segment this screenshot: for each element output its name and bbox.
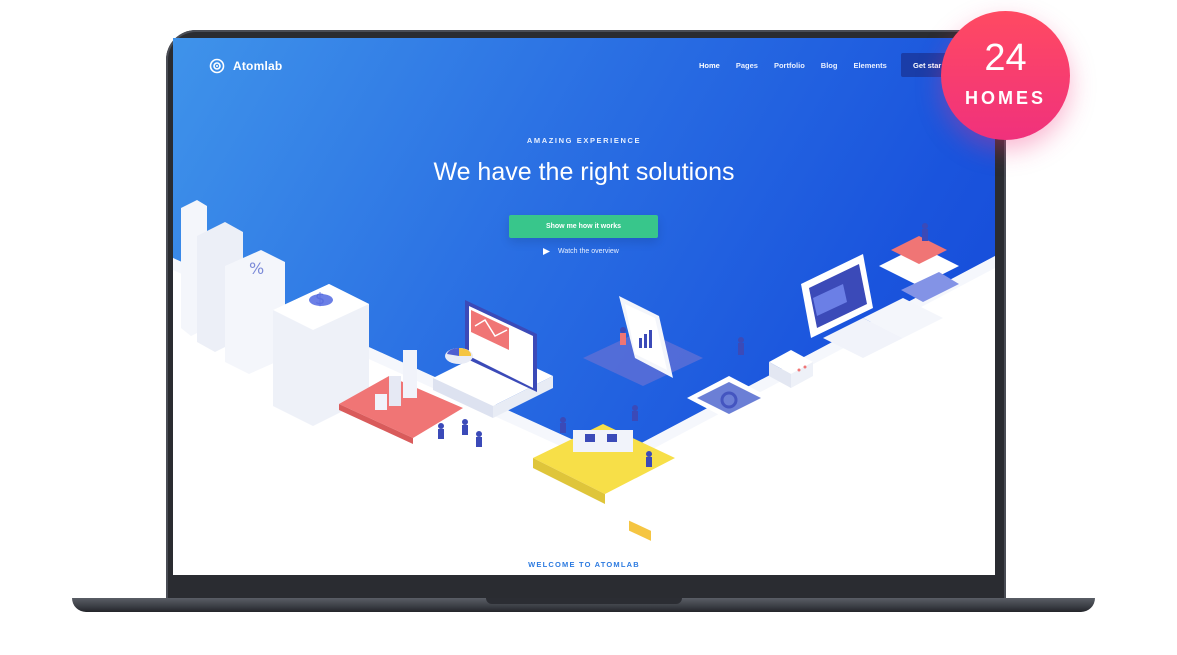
- logo-text: Atomlab: [233, 59, 283, 73]
- nav-item-blog[interactable]: Blog: [821, 61, 838, 70]
- server-stack: [769, 350, 813, 388]
- right-dashboard: [801, 236, 959, 358]
- nav-item-home[interactable]: Home: [699, 61, 720, 70]
- badge-number: 24: [984, 37, 1027, 79]
- section-title: WELCOME TO ATOMLAB: [528, 560, 640, 569]
- yellow-platform: [533, 424, 675, 504]
- play-icon: [543, 248, 550, 255]
- hero-headline: We have the right solutions: [433, 158, 735, 186]
- tablet-chart: [583, 296, 703, 541]
- website-screen: $ % Atomlab Home Pages Portfolio Blog El…: [173, 38, 995, 575]
- bar-blocks: $ %: [181, 200, 369, 426]
- watch-overview-label: Watch the overview: [558, 248, 619, 255]
- watch-overview-link[interactable]: Watch the overview: [543, 248, 619, 255]
- monitor-dashboard: [433, 300, 553, 418]
- badge-label: HOMES: [964, 88, 1046, 108]
- nav-item-pages[interactable]: Pages: [736, 61, 758, 70]
- hero-eyebrow: AMAZING EXPERIENCE: [526, 136, 642, 145]
- nav-item-portfolio[interactable]: Portfolio: [774, 61, 805, 70]
- top-navigation: Atomlab Home Pages Portfolio Blog Elemen…: [173, 38, 995, 96]
- atom-logo-icon: [209, 58, 225, 74]
- gear-tile: [687, 376, 771, 420]
- show-me-how-button[interactable]: Show me how it works: [509, 215, 658, 238]
- logo[interactable]: Atomlab: [209, 58, 282, 74]
- laptop-notch: [486, 598, 682, 604]
- svg-text:%: %: [249, 259, 264, 278]
- isometric-illustration: $ %: [181, 200, 959, 541]
- homes-badge: 24 HOMES: [941, 11, 1070, 140]
- svg-text:$: $: [315, 289, 325, 308]
- main-menu: Home Pages Portfolio Blog Elements: [699, 60, 925, 70]
- nav-item-elements[interactable]: Elements: [853, 61, 886, 70]
